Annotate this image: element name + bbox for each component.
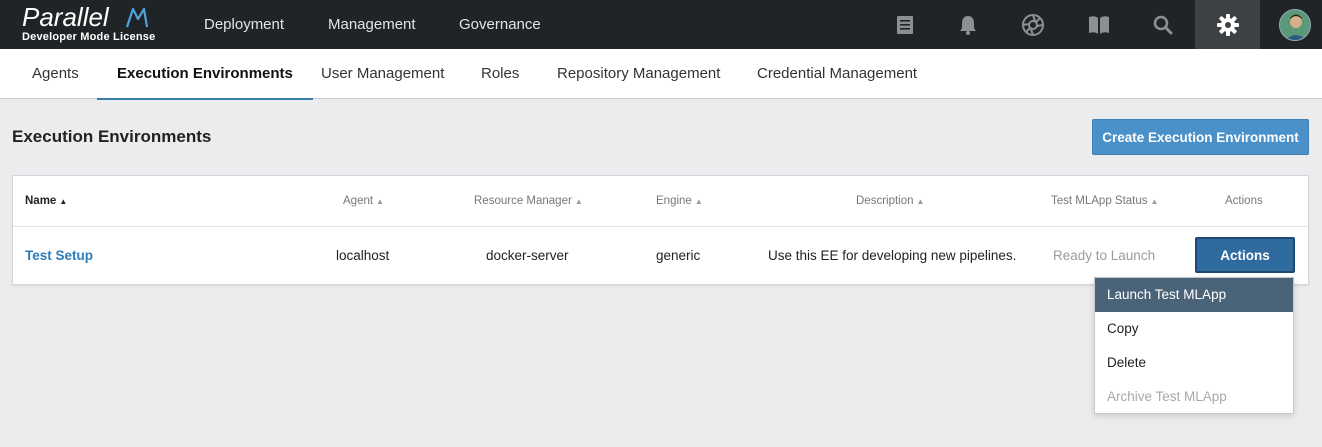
sort-asc-icon: ▲ <box>59 197 68 206</box>
sort-icon: ▲ <box>1150 197 1159 206</box>
nav-deployment[interactable]: Deployment <box>204 0 284 49</box>
settings-tab-bar: Agents Execution Environments User Manag… <box>0 49 1322 100</box>
nav-management[interactable]: Management <box>328 0 416 49</box>
execution-environments-table: Name ▲ Agent ▲ Resource Manager ▲ Engine ▲ D… <box>12 175 1309 285</box>
menu-item-delete[interactable]: Delete <box>1095 346 1293 380</box>
sort-icon: ▲ <box>916 197 925 206</box>
column-header-status-label: Test MLApp Status <box>1051 195 1148 207</box>
column-header-agent[interactable]: Agent ▲ <box>343 176 384 227</box>
avatar-icon <box>1278 8 1311 41</box>
row-actions-button[interactable]: Actions <box>1195 237 1295 273</box>
document-icon[interactable] <box>872 0 937 49</box>
row-agent: localhost <box>336 248 390 263</box>
sort-icon: ▲ <box>376 197 384 206</box>
search-icon[interactable] <box>1130 0 1195 49</box>
tab-execution-environments[interactable]: Execution Environments <box>97 49 313 100</box>
column-header-engine-label: Engine <box>656 195 692 207</box>
actions-dropdown-menu: Launch Test MLApp Copy Delete Archive Te… <box>1094 277 1294 414</box>
sort-icon: ▲ <box>574 197 583 206</box>
user-avatar[interactable] <box>1262 0 1322 49</box>
tab-repository-management[interactable]: Repository Management <box>537 49 740 99</box>
column-header-description[interactable]: Description ▲ <box>856 176 924 227</box>
page-title: Execution Environments <box>12 127 212 146</box>
row-name-link[interactable]: Test Setup <box>25 227 93 285</box>
column-header-resource-manager-label: Resource Manager <box>474 195 572 207</box>
nav-governance[interactable]: Governance <box>459 0 541 49</box>
top-navigation-bar: Parallel Developer Mode License Deployme… <box>0 0 1322 49</box>
create-execution-environment-button[interactable]: Create Execution Environment <box>1092 119 1309 155</box>
license-label: Developer Mode License <box>22 31 156 43</box>
menu-item-launch-test-mlapp[interactable]: Launch Test MLApp <box>1095 278 1293 312</box>
tab-roles[interactable]: Roles <box>461 49 539 99</box>
app-logo[interactable]: Parallel Developer Mode License <box>22 3 155 43</box>
tab-user-management[interactable]: User Management <box>301 49 464 99</box>
tab-credential-management[interactable]: Credential Management <box>737 49 937 99</box>
column-header-actions: Actions <box>1225 195 1263 207</box>
column-header-name[interactable]: Name ▲ <box>25 176 67 227</box>
column-header-agent-label: Agent <box>343 195 374 207</box>
sort-icon: ▲ <box>694 197 703 206</box>
row-description: Use this EE for developing new pipelines… <box>768 248 1017 263</box>
row-engine: generic <box>656 248 701 263</box>
column-header-engine[interactable]: Engine ▲ <box>656 176 703 227</box>
menu-item-archive-test-mlapp: Archive Test MLApp <box>1107 389 1227 404</box>
bell-icon[interactable] <box>935 0 1000 49</box>
tab-agents[interactable]: Agents <box>12 49 99 99</box>
menu-item-copy[interactable]: Copy <box>1095 312 1293 346</box>
row-resource-manager: docker-server <box>486 248 569 263</box>
column-header-resource-manager[interactable]: Resource Manager ▲ <box>474 176 583 227</box>
column-header-name-label: Name <box>25 195 57 207</box>
gear-icon[interactable] <box>1195 0 1260 49</box>
aperture-icon[interactable] <box>1000 0 1065 49</box>
column-header-description-label: Description <box>856 195 914 207</box>
column-header-test-mlapp-status[interactable]: Test MLApp Status ▲ <box>1051 176 1158 227</box>
logo-m-mark-icon <box>125 7 149 28</box>
book-icon[interactable] <box>1066 0 1131 49</box>
